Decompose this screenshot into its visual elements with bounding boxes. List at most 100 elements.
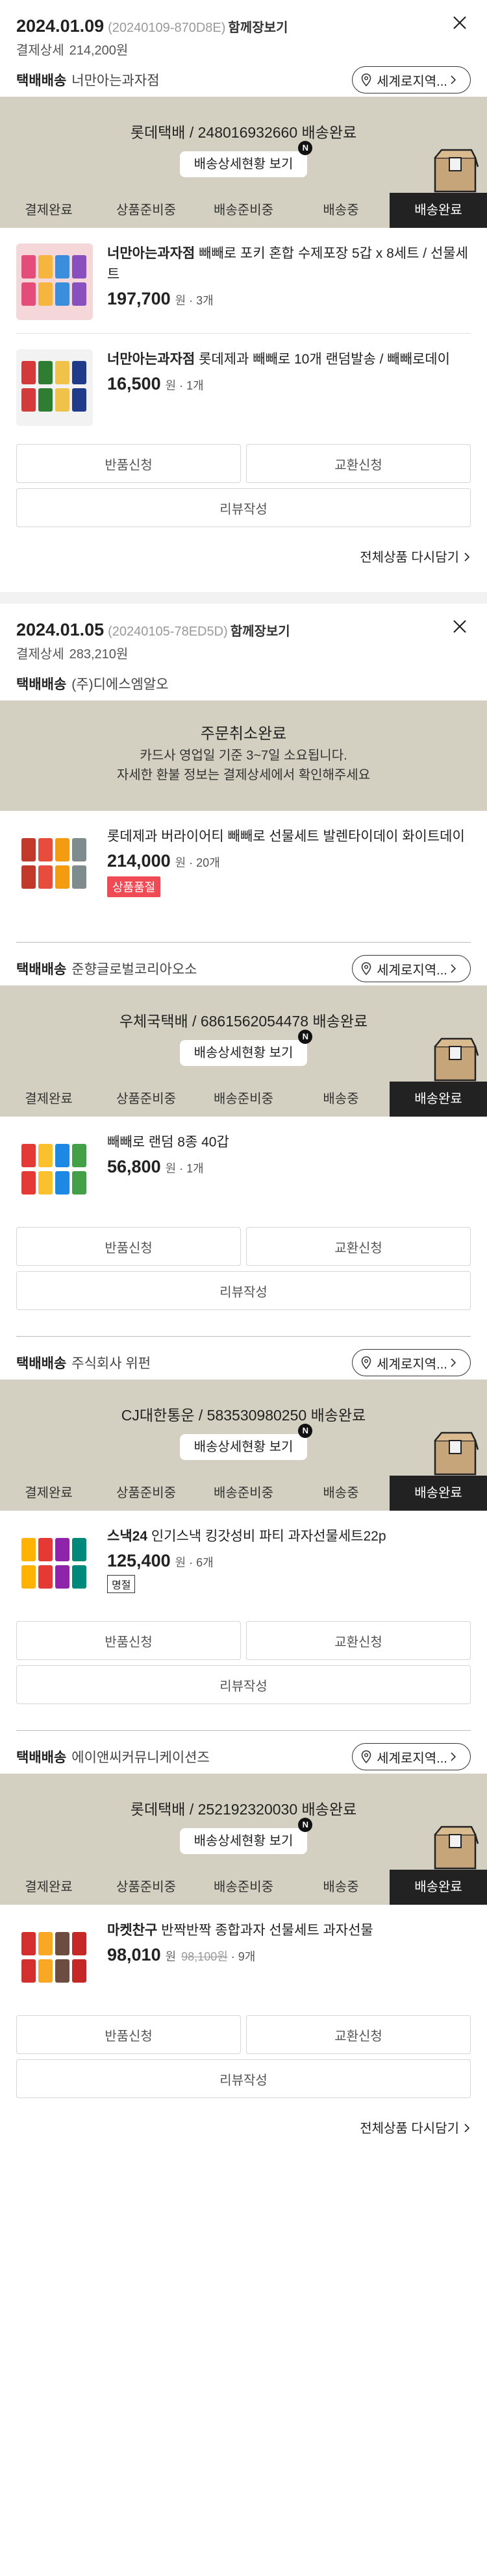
delivery-detail-label: 배송상세현황 보기: [194, 1046, 293, 1060]
shipment-header: 택배배송 (주)디에스엠알오: [16, 667, 471, 700]
delivery-step: 배송준비중: [214, 1880, 273, 1894]
product-quantity: · 1개: [176, 1162, 204, 1175]
product-item[interactable]: 너만아는과자점 롯데제과 빼빼로 10개 랜덤발송 / 빼빼로데이 16,500 …: [16, 334, 471, 439]
order-date-line[interactable]: 2024.01.05 (20240105-78ED5D) 함께장보기: [16, 617, 471, 645]
delivery-step: 배송준비중: [214, 1092, 273, 1106]
product-image: [16, 826, 93, 903]
delivery-step: 결제완료: [25, 1880, 73, 1894]
write-review-button[interactable]: 리뷰작성: [16, 2059, 471, 2098]
price-unit: 원: [171, 856, 186, 869]
price-line: 16,500 원 · 1개: [107, 374, 471, 394]
delivery-steps: 결제완료 상품준비중 배송준비중 배송중 배송완료: [0, 1082, 487, 1117]
chevron-right-icon: [451, 964, 456, 973]
return-request-button[interactable]: 반품신청: [16, 1621, 241, 1660]
tracking-info: 우체국택배 / 6861562054478 배송완료: [119, 1013, 368, 1030]
reorder-all-label: 전체상품 다시담기: [360, 2122, 459, 2136]
close-icon[interactable]: [450, 13, 469, 32]
return-request-button[interactable]: 반품신청: [16, 1227, 241, 1266]
reorder-all-link[interactable]: 전체상품 다시담기: [16, 2118, 471, 2137]
product-thumbnail[interactable]: [16, 1920, 93, 1997]
delivery-box-icon: [434, 1037, 479, 1082]
product-name[interactable]: 빼빼로 랜덤 8종 40갑: [107, 1132, 471, 1153]
tracking-info: 롯데택배 / 248016932660 배송완료: [130, 124, 357, 141]
original-price: 98,100원: [181, 1950, 228, 1963]
product-name[interactable]: 스낵24 인기스낵 킹갓성비 파티 과자선물세트22p: [107, 1526, 471, 1547]
shipment-type: 택배배송: [16, 73, 67, 88]
product-brand: 너만아는과자점: [107, 352, 195, 367]
world-logistics-button[interactable]: 세계로지역...: [352, 955, 471, 982]
write-review-button[interactable]: 리뷰작성: [16, 488, 471, 527]
delivery-step: 배송완료: [390, 193, 487, 228]
exchange-request-button[interactable]: 교환신청: [246, 1227, 471, 1266]
write-review-button[interactable]: 리뷰작성: [16, 1665, 471, 1704]
delivery-status-panel: 롯데택배 / 248016932660 배송완료 배송상세현황 보기 N: [0, 97, 487, 193]
product-item[interactable]: 마켓찬구 반짝반짝 종합과자 선물세트 과자선물 98,010 원 98,100원 …: [16, 1905, 471, 2010]
delivery-step: 결제완료: [25, 1092, 73, 1106]
delivery-steps: 결제완료 상품준비중 배송준비중 배송중 배송완료: [0, 1476, 487, 1511]
delivery-step: 결제완료: [25, 203, 73, 217]
product-thumbnail[interactable]: [16, 349, 93, 426]
product-info: 마켓찬구 반짝반짝 종합과자 선물세트 과자선물 98,010 원 98,100원 …: [107, 1920, 471, 1997]
product-price: 214,000: [107, 851, 171, 871]
location-pin-icon: [361, 73, 371, 86]
reorder-all-link[interactable]: 전체상품 다시담기: [16, 547, 471, 566]
product-name[interactable]: 마켓찬구 반짝반짝 종합과자 선물세트 과자선물: [107, 1920, 471, 1941]
delivery-detail-button[interactable]: 배송상세현황 보기 N: [179, 1818, 313, 1854]
new-badge: N: [298, 1424, 313, 1438]
tracking-info: CJ대한통운 / 583530980250 배송완료: [121, 1407, 366, 1424]
delivery-detail-label: 배송상세현황 보기: [194, 1834, 293, 1848]
product-thumbnail[interactable]: [16, 1132, 93, 1209]
product-thumbnail[interactable]: [16, 826, 93, 903]
exchange-request-button[interactable]: 교환신청: [246, 2015, 471, 2054]
price-line: 98,010 원 98,100원 · 9개: [107, 1945, 471, 1965]
close-icon[interactable]: [450, 617, 469, 636]
price-unit: 원: [171, 1556, 186, 1569]
product-thumbnail[interactable]: [16, 1526, 93, 1603]
delivery-status-panel: CJ대한통운 / 583530980250 배송완료 배송상세현황 보기 N: [0, 1380, 487, 1476]
delivery-detail-button[interactable]: 배송상세현황 보기 N: [179, 1424, 313, 1460]
product-brand: 너만아는과자점: [107, 246, 195, 261]
product-list: 스낵24 인기스낵 킹갓성비 파티 과자선물세트22p 125,400 원 · 6…: [16, 1511, 471, 1616]
return-request-button[interactable]: 반품신청: [16, 2015, 241, 2054]
shipment-section: 택배배송 에이앤씨커뮤니케이션즈 세계로지역... 롯데택배 / 25219232…: [0, 1740, 487, 2098]
product-info: 롯데제과 버라이어티 빼빼로 선물세트 발렌타이데이 화이트데이 214,000 …: [107, 826, 471, 903]
delivery-status-panel: 롯데택배 / 252192320030 배송완료 배송상세현황 보기 N: [0, 1774, 487, 1870]
exchange-request-button[interactable]: 교환신청: [246, 1621, 471, 1660]
cancel-refund-detail: 자세한 환불 정보는 결제상세에서 확인해주세요: [116, 768, 371, 782]
exchange-request-button[interactable]: 교환신청: [246, 444, 471, 483]
order-group: 2024.01.05 (20240105-78ED5D) 함께장보기 결제상세 283,…: [0, 604, 487, 2137]
location-pin-icon: [361, 1356, 371, 1369]
world-logistics-label: 세계로지역...: [377, 963, 447, 978]
shipment-section: 택배배송 주식회사 위펀 세계로지역... CJ대한통운 / 5835309802…: [0, 1346, 487, 1704]
world-logistics-button[interactable]: 세계로지역...: [352, 1743, 471, 1770]
product-name[interactable]: 너만아는과자점 빼빼로 포키 혼합 수제포장 5갑 x 8세트 / 선물세트: [107, 243, 471, 285]
product-item[interactable]: 스낵24 인기스낵 킹갓성비 파티 과자선물세트22p 125,400 원 · 6…: [16, 1511, 471, 1616]
world-logistics-label: 세계로지역...: [377, 74, 447, 89]
world-logistics-button[interactable]: 세계로지역...: [352, 66, 471, 93]
order-group: 2024.01.09 (20240109-870D8E) 함께장보기 결제상세 214,…: [0, 0, 487, 566]
world-logistics-label: 세계로지역...: [377, 1357, 447, 1372]
order-date-line[interactable]: 2024.01.09 (20240109-870D8E) 함께장보기: [16, 13, 471, 41]
reorder-all-label: 전체상품 다시담기: [360, 551, 459, 565]
delivery-detail-button[interactable]: 배송상세현황 보기 N: [179, 1030, 313, 1066]
payment-detail-link[interactable]: 결제상세 283,210원: [16, 645, 471, 664]
world-logistics-button[interactable]: 세계로지역...: [352, 1349, 471, 1376]
product-thumbnail[interactable]: [16, 243, 93, 320]
delivery-detail-button[interactable]: 배송상세현황 보기 N: [179, 141, 313, 177]
payment-detail-link[interactable]: 결제상세 214,200원: [16, 41, 471, 60]
product-name[interactable]: 너만아는과자점 롯데제과 빼빼로 10개 랜덤발송 / 빼빼로데이: [107, 349, 471, 370]
product-item[interactable]: 너만아는과자점 빼빼로 포키 혼합 수제포장 5갑 x 8세트 / 선물세트 19…: [16, 228, 471, 334]
product-name[interactable]: 롯데제과 버라이어티 빼빼로 선물세트 발렌타이데이 화이트데이: [107, 826, 471, 847]
world-logistics-label: 세계로지역...: [377, 1751, 447, 1766]
delivery-step: 상품준비중: [116, 1092, 176, 1106]
shipment-type: 택배배송: [16, 1356, 67, 1371]
product-price: 16,500: [107, 374, 161, 393]
delivery-box-icon: [434, 1431, 479, 1476]
product-item[interactable]: 롯데제과 버라이어티 빼빼로 선물세트 발렌타이데이 화이트데이 214,000 …: [16, 811, 471, 916]
product-image: [16, 1132, 93, 1209]
product-price: 197,700: [107, 289, 171, 308]
product-item[interactable]: 빼빼로 랜덤 8종 40갑 56,800 원 · 1개: [16, 1117, 471, 1222]
write-review-button[interactable]: 리뷰작성: [16, 1271, 471, 1310]
product-info: 너만아는과자점 빼빼로 포키 혼합 수제포장 5갑 x 8세트 / 선물세트 19…: [107, 243, 471, 320]
return-request-button[interactable]: 반품신청: [16, 444, 241, 483]
